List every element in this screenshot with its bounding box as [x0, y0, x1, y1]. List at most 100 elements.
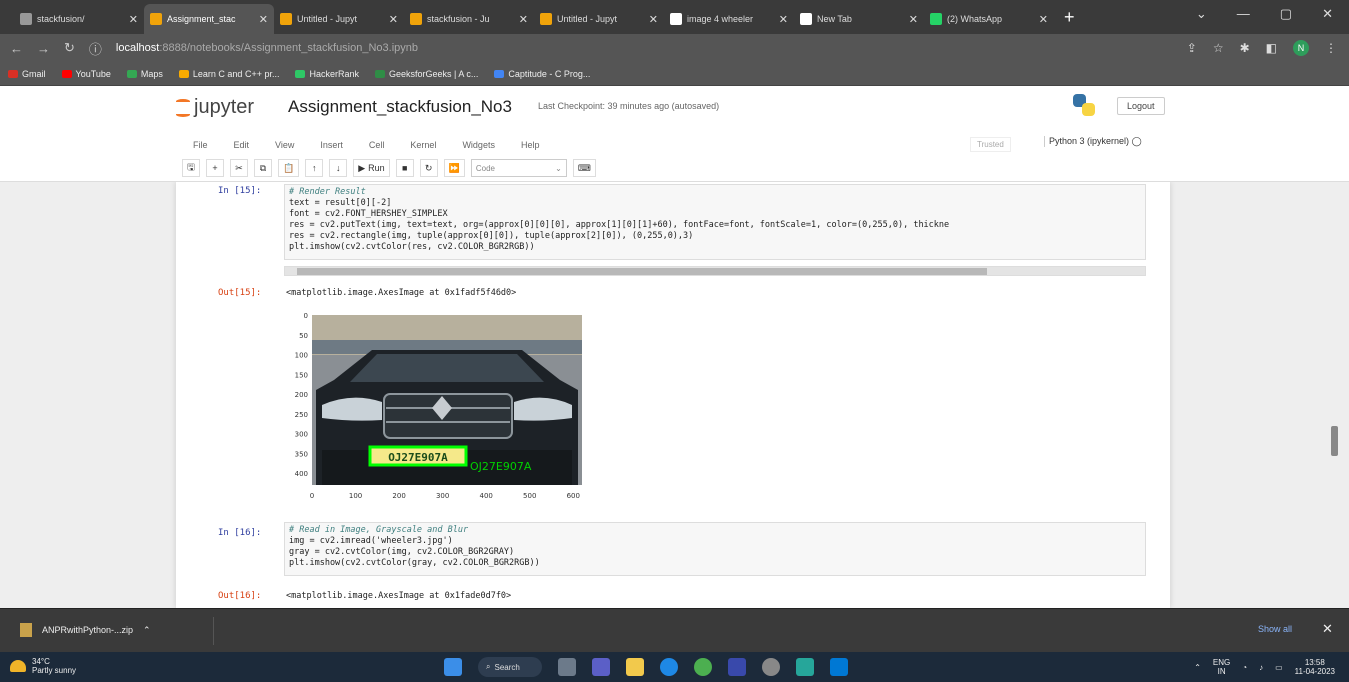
logout-button[interactable]: Logout: [1117, 97, 1165, 115]
close-icon[interactable]: ✕: [259, 13, 268, 26]
volume-icon[interactable]: ♪: [1259, 663, 1263, 672]
move-down-icon[interactable]: ↓: [329, 159, 348, 177]
chevron-down-icon: ⌄: [555, 163, 562, 173]
cut-icon[interactable]: ✂: [230, 159, 248, 177]
extensions-icon[interactable]: ✱: [1240, 41, 1250, 55]
address-bar-actions: ⇪ ☆ ✱ ◧ N ⋮: [1187, 40, 1337, 56]
more-icon[interactable]: ⋮: [1325, 41, 1337, 55]
page-vertical-scrollbar[interactable]: [1328, 182, 1342, 608]
info-icon[interactable]: ⓘ: [89, 39, 102, 58]
keyboard-icon[interactable]: ⌨: [572, 159, 596, 177]
bookmark-item[interactable]: Maps: [126, 69, 163, 79]
cell-15-code[interactable]: # Render Result text = result[0][-2] font …: [284, 184, 1146, 260]
close-icon[interactable]: ✕: [1322, 6, 1333, 22]
fast-forward-icon[interactable]: ⏩: [443, 159, 465, 177]
browser-tab[interactable]: stackfusion/ ✕: [14, 4, 144, 34]
bookmark-item[interactable]: GeeksforGeeks | A c...: [375, 69, 478, 79]
show-all-button[interactable]: Show all: [1258, 624, 1292, 634]
run-button[interactable]: ▶ Run: [353, 159, 390, 177]
move-up-icon[interactable]: ↑: [305, 159, 324, 177]
browser-tab[interactable]: Untitled - Jupyt ✕: [274, 4, 404, 34]
cell-16-code[interactable]: # Read in Image, Grayscale and Blur img =…: [284, 522, 1146, 576]
kernel-indicator[interactable]: Python 3 (ipykernel) ◯: [1044, 136, 1142, 147]
y-axis-ticks: 0 50 100 150 200 250 300 350 400: [295, 312, 308, 478]
bookmark-item[interactable]: Captitude - C Prog...: [494, 69, 590, 79]
browser-tab[interactable]: stackfusion - Ju ✕: [404, 4, 534, 34]
restore-icon[interactable]: ▢: [1280, 6, 1292, 22]
y-tick-label: 50: [299, 332, 308, 340]
browser-tab[interactable]: image 4 wheeler ✕: [664, 4, 794, 34]
menu-item[interactable]: Help: [521, 140, 540, 150]
chevron-up-icon[interactable]: ⌃: [1194, 663, 1201, 672]
browser-tab[interactable]: Assignment_stac ✕: [144, 4, 274, 34]
menu-item[interactable]: File: [193, 140, 208, 150]
stop-icon[interactable]: ■: [395, 159, 414, 177]
profile-avatar[interactable]: N: [1293, 40, 1309, 56]
menu-item[interactable]: Edit: [234, 140, 250, 150]
forward-icon[interactable]: →: [37, 41, 50, 56]
chevron-down-icon[interactable]: ⌄: [1196, 6, 1207, 22]
file-explorer-icon[interactable]: [626, 658, 644, 676]
clock[interactable]: 13:58 11-04-2023: [1295, 658, 1335, 676]
windows-start-icon[interactable]: [444, 658, 462, 676]
close-icon[interactable]: ✕: [909, 13, 918, 26]
menu-item[interactable]: Cell: [369, 140, 385, 150]
insert-cell-icon[interactable]: +: [206, 159, 224, 177]
chrome-icon[interactable]: [694, 658, 712, 676]
close-icon[interactable]: ✕: [389, 13, 398, 26]
vscode-icon[interactable]: [830, 658, 848, 676]
store-icon[interactable]: [728, 658, 746, 676]
browser-tab[interactable]: New Tab ✕: [794, 4, 924, 34]
download-item[interactable]: ANPRwithPython-...zip ⌃: [20, 623, 151, 637]
new-tab-button[interactable]: +: [1054, 7, 1085, 34]
cortana-icon[interactable]: [762, 658, 780, 676]
wifi-icon[interactable]: ◔: [1242, 663, 1247, 672]
bookmark-item[interactable]: Learn C and C++ pr...: [178, 69, 279, 79]
menu-item[interactable]: Kernel: [410, 140, 436, 150]
teams-chat-icon[interactable]: [592, 658, 610, 676]
copy-icon[interactable]: ⧉: [254, 159, 272, 177]
bookmark-item[interactable]: YouTube: [61, 69, 111, 79]
taskbar-search[interactable]: ⌕ Search: [478, 657, 542, 677]
browser-tab[interactable]: Untitled - Jupyt ✕: [534, 4, 664, 34]
close-icon[interactable]: ✕: [129, 13, 138, 26]
scrollbar-thumb[interactable]: [297, 268, 987, 275]
task-view-icon[interactable]: [558, 658, 576, 676]
weather-widget[interactable]: 34°C Partly sunny: [10, 657, 76, 675]
battery-icon[interactable]: ▭: [1275, 663, 1283, 672]
star-icon[interactable]: ☆: [1213, 41, 1224, 55]
close-icon[interactable]: ✕: [1039, 13, 1048, 26]
cell-15-horizontal-scrollbar[interactable]: [284, 266, 1146, 276]
menu-item[interactable]: View: [275, 140, 294, 150]
paste-icon[interactable]: 📋: [278, 159, 300, 177]
save-icon[interactable]: 🖫: [182, 159, 200, 177]
close-icon[interactable]: ✕: [779, 13, 788, 26]
bookmark-item[interactable]: HackerRank: [295, 69, 359, 79]
notebook-name[interactable]: Assignment_stackfusion_No3: [288, 97, 512, 117]
photos-icon[interactable]: [796, 658, 814, 676]
close-icon[interactable]: ✕: [649, 13, 658, 26]
scrollbar-thumb[interactable]: [1331, 426, 1338, 456]
restart-icon[interactable]: ↻: [419, 159, 438, 177]
url-field[interactable]: localhost:8888/notebooks/Assignment_stac…: [116, 42, 418, 54]
chevron-up-icon[interactable]: ⌃: [143, 625, 151, 636]
cell-type-select[interactable]: Code ⌄: [470, 159, 567, 177]
sidebar-icon[interactable]: ◧: [1266, 41, 1277, 55]
menu-item[interactable]: Insert: [320, 140, 343, 150]
bookmark-item[interactable]: Gmail: [8, 69, 46, 79]
bookmark-label: HackerRank: [309, 68, 359, 79]
favicon-icon: [20, 13, 32, 25]
minimize-icon[interactable]: —: [1237, 6, 1250, 22]
edge-icon[interactable]: [660, 658, 678, 676]
trusted-badge[interactable]: Trusted: [970, 137, 1011, 152]
language-indicator[interactable]: ENG IN: [1213, 658, 1230, 676]
menu-item[interactable]: Widgets: [462, 140, 495, 150]
close-icon[interactable]: ✕: [519, 13, 528, 26]
y-tick-label: 200: [295, 391, 308, 399]
reload-icon[interactable]: ↻: [64, 40, 75, 56]
jupyter-logo[interactable]: jupyter: [176, 96, 254, 119]
back-icon[interactable]: ←: [10, 41, 23, 56]
browser-tab[interactable]: (2) WhatsApp ✕: [924, 4, 1054, 34]
share-icon[interactable]: ⇪: [1187, 41, 1197, 55]
close-icon[interactable]: ✕: [1322, 621, 1333, 637]
